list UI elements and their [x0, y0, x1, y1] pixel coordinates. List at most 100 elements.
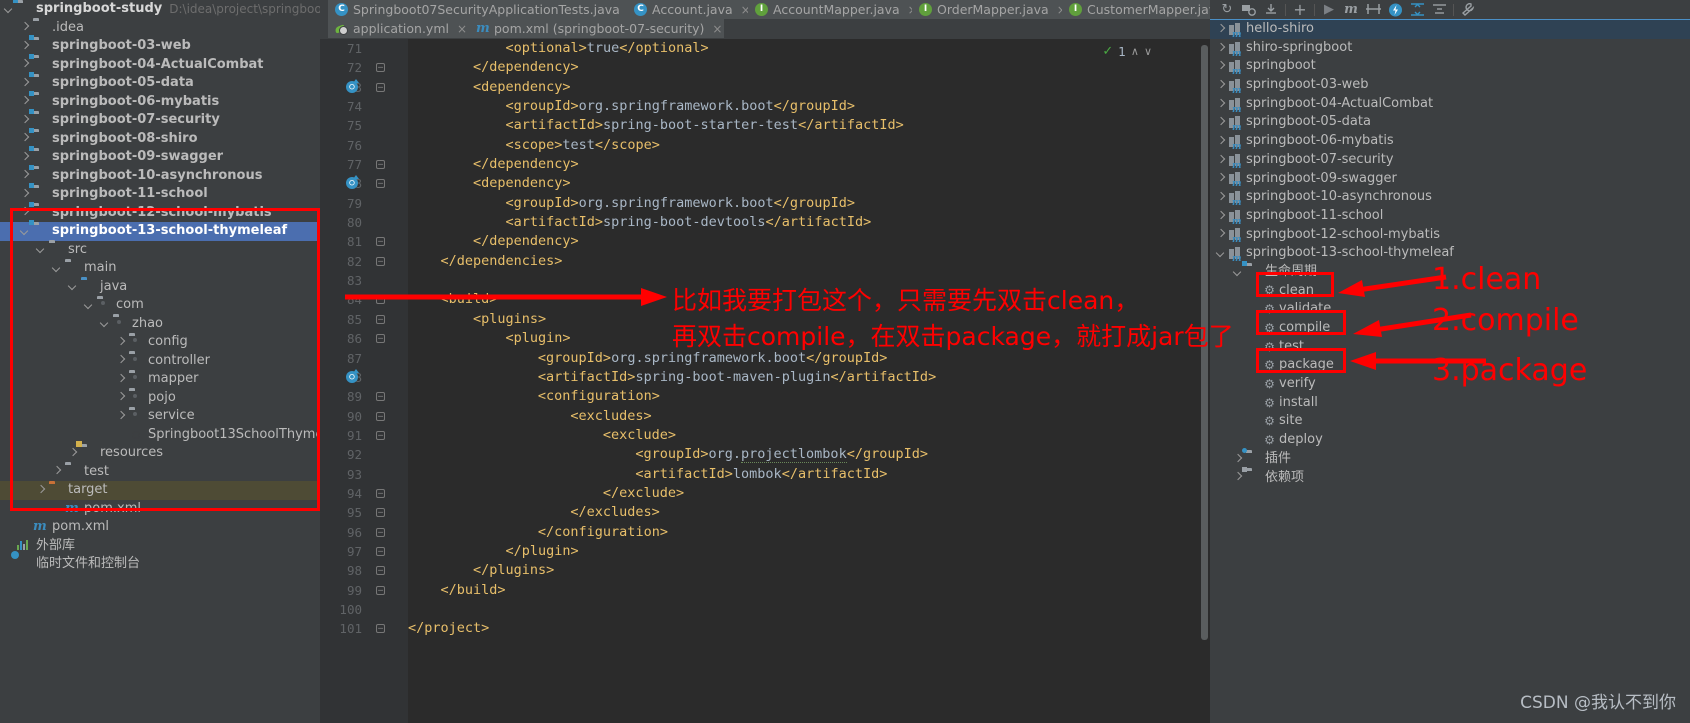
code-line[interactable]: 71 <optional>true</optional> — [320, 39, 1210, 58]
maven-m-icon[interactable]: m — [1340, 1, 1362, 19]
maven-tree-item-生命周期[interactable]: 生命周期 — [1210, 261, 1690, 282]
code-line[interactable]: 93 <artifactId>lombok</artifactId> — [320, 465, 1210, 484]
inspection-widget[interactable]: ✓ 1 ∧ ∨ — [1102, 44, 1152, 59]
chevron-down-icon[interactable] — [68, 281, 79, 292]
project-tree-item-service[interactable]: service — [0, 407, 320, 426]
fold-marker-icon[interactable]: ─ — [376, 566, 385, 576]
project-tree-item-springboot-11-school[interactable]: springboot-11-school — [0, 183, 320, 204]
project-tool-window[interactable]: springboot-study D:\idea\project\springb… — [0, 0, 320, 723]
maven-tree-item-springboot-05-data[interactable]: m springboot-05-data — [1210, 113, 1690, 133]
code-line[interactable]: 88○<artifactId>spring-boot-maven-plugin<… — [320, 368, 1210, 387]
maven-tree[interactable]: m hello-shiro m shiro-springboot m springboot… — [1210, 20, 1690, 723]
code-line[interactable]: 99 ─ </build> — [320, 581, 1210, 600]
maven-tree-item-springboot-11-school[interactable]: m springboot-11-school — [1210, 207, 1690, 227]
chevron-right-icon[interactable] — [116, 374, 127, 385]
chevron-right-icon[interactable] — [116, 392, 127, 403]
project-tree-item-zhao[interactable]: zhao — [0, 315, 320, 334]
code-line[interactable]: 80 <artifactId>spring-boot-devtools</arti… — [320, 213, 1210, 232]
editor-area[interactable]: C Springboot07SecurityApplicationTests.ja… — [320, 0, 1210, 723]
fold-marker-icon[interactable]: ─ — [376, 488, 385, 498]
maven-tree-item-clean[interactable]: ⚙ clean — [1210, 282, 1690, 301]
code-line[interactable]: 78○─<dependency> — [320, 174, 1210, 193]
code-line[interactable]: 73○─<dependency> — [320, 78, 1210, 97]
fold-marker-icon[interactable]: ─ — [376, 256, 385, 266]
code-line[interactable]: 94 ─ </exclude> — [320, 484, 1210, 503]
code-line[interactable]: 81 ─ </dependency> — [320, 232, 1210, 251]
maven-tree-item-site[interactable]: ⚙ site — [1210, 412, 1690, 431]
code-line[interactable]: 74 <groupId>org.springframework.boot</gro… — [320, 97, 1210, 116]
chevron-down-icon[interactable] — [100, 318, 111, 329]
chevron-right-icon[interactable] — [20, 41, 31, 52]
editor-tab-pom[interactable]: m pom.xml (springboot-07-security) × — [469, 19, 724, 38]
project-tree-item-外部库[interactable]: 外部库 — [0, 537, 320, 556]
run-icon[interactable]: ▶ — [1318, 1, 1340, 19]
project-tree[interactable]: .idea springboot-03-web springboot-04-Actu… — [0, 19, 320, 574]
chevron-right-icon[interactable] — [1216, 155, 1227, 166]
code-line[interactable]: 77 ─ </dependency> — [320, 155, 1210, 174]
code-line[interactable]: 82 ─ </dependencies> — [320, 252, 1210, 271]
editor-tab-account[interactable]: C Account.java × — [627, 0, 759, 19]
maven-tree-item-install[interactable]: ⚙ install — [1210, 394, 1690, 413]
refresh-icon[interactable]: ↻ — [1216, 1, 1238, 19]
chevron-right-icon[interactable] — [1216, 192, 1227, 203]
editor-tab-customermapper[interactable]: ICustomerMapper.java× — [1062, 0, 1210, 19]
maven-tool-window[interactable]: ↻ + ▶ m m hello-shiro m shiro-springboot… — [1210, 0, 1690, 723]
project-tree-item-springboot-06-mybatis[interactable]: springboot-06-mybatis — [0, 90, 320, 112]
maven-tree-item-shiro-springboot[interactable]: m shiro-springboot — [1210, 39, 1690, 59]
maven-tree-item-springboot-03-web[interactable]: m springboot-03-web — [1210, 76, 1690, 96]
chevron-right-icon[interactable] — [1216, 117, 1227, 128]
project-tree-item-main[interactable]: main — [0, 259, 320, 278]
maven-tree-item-test[interactable]: ⚙ test — [1210, 338, 1690, 357]
project-tree-item-resources[interactable]: resources — [0, 441, 320, 463]
project-tree-item-springboot-04-actualcombat[interactable]: springboot-04-ActualCombat — [0, 53, 320, 75]
chevron-right-icon[interactable] — [68, 448, 79, 459]
maven-tree-item-springboot-06-mybatis[interactable]: m springboot-06-mybatis — [1210, 132, 1690, 152]
fold-marker-icon[interactable]: ─ — [376, 314, 385, 324]
project-tree-item-springboot-10-asynchronous[interactable]: springboot-10-asynchronous — [0, 164, 320, 186]
maven-tree-item-springboot-13-school-thymeleaf[interactable]: m springboot-13-school-thymeleaf — [1210, 244, 1690, 264]
previous-problem-icon[interactable]: ∧ — [1131, 45, 1139, 58]
project-tree-item-mapper[interactable]: mapper — [0, 370, 320, 389]
chevron-down-icon[interactable] — [84, 300, 95, 311]
fold-marker-icon[interactable]: ─ — [376, 160, 385, 170]
maven-tree-item-springboot[interactable]: m springboot — [1210, 57, 1690, 77]
chevron-right-icon[interactable] — [1216, 43, 1227, 54]
chevron-right-icon[interactable] — [1216, 80, 1227, 91]
code-lines[interactable]: 71 <optional>true</optional> 72 ─ </dependen… — [320, 39, 1210, 639]
fold-marker-icon[interactable]: ─ — [376, 179, 385, 189]
chevron-right-icon[interactable] — [1216, 211, 1227, 222]
maven-tree-item-springboot-10-asynchronous[interactable]: m springboot-10-asynchronous — [1210, 188, 1690, 208]
fold-marker-icon[interactable]: ─ — [376, 508, 385, 518]
project-tree-item-test[interactable]: test — [0, 463, 320, 482]
skip-tests-icon[interactable] — [1362, 1, 1384, 19]
maven-dependency-gutter-icon[interactable]: ○ — [346, 368, 359, 383]
chevron-right-icon[interactable] — [20, 96, 31, 107]
code-line[interactable]: 98 ─ </plugins> — [320, 561, 1210, 580]
add-icon[interactable]: + — [1289, 0, 1311, 19]
maven-toolbar[interactable]: ↻ + ▶ m — [1210, 0, 1690, 20]
editor-tab-ordermapper[interactable]: IOrderMapper.java× — [912, 0, 1073, 19]
execute-goal-icon[interactable] — [1384, 1, 1406, 19]
project-tree-item-springboot-12-school-mybatis[interactable]: springboot-12-school-mybatis — [0, 201, 320, 223]
fold-marker-icon[interactable]: ─ — [376, 295, 385, 305]
code-line[interactable]: 97 ─ </plugin> — [320, 542, 1210, 561]
maven-tree-item-compile[interactable]: ⚙ compile — [1210, 319, 1690, 338]
code-line[interactable]: 83 — [320, 271, 1210, 290]
chevron-right-icon[interactable] — [20, 133, 31, 144]
chevron-right-icon[interactable] — [20, 59, 31, 70]
chevron-right-icon[interactable] — [20, 115, 31, 126]
code-line[interactable]: 75 <artifactId>spring-boot-starter-test</… — [320, 116, 1210, 135]
project-tree-item-springboot-03-web[interactable]: springboot-03-web — [0, 35, 320, 56]
chevron-right-icon[interactable] — [116, 355, 127, 366]
chevron-right-icon[interactable] — [1216, 229, 1227, 240]
chevron-right-icon[interactable] — [36, 485, 47, 496]
maven-tree-item-hello-shiro[interactable]: m hello-shiro — [1210, 20, 1690, 40]
project-tree-item-src[interactable]: src — [0, 241, 320, 260]
code-line[interactable]: 95 ─ </excludes> — [320, 503, 1210, 522]
project-tree-item-java[interactable]: java — [0, 278, 320, 297]
fold-marker-icon[interactable]: ─ — [376, 430, 385, 440]
chevron-down-icon[interactable] — [4, 4, 15, 15]
chevron-right-icon[interactable] — [1216, 61, 1227, 72]
chevron-right-icon[interactable] — [20, 207, 31, 218]
project-tree-item-target[interactable]: target — [0, 481, 320, 500]
